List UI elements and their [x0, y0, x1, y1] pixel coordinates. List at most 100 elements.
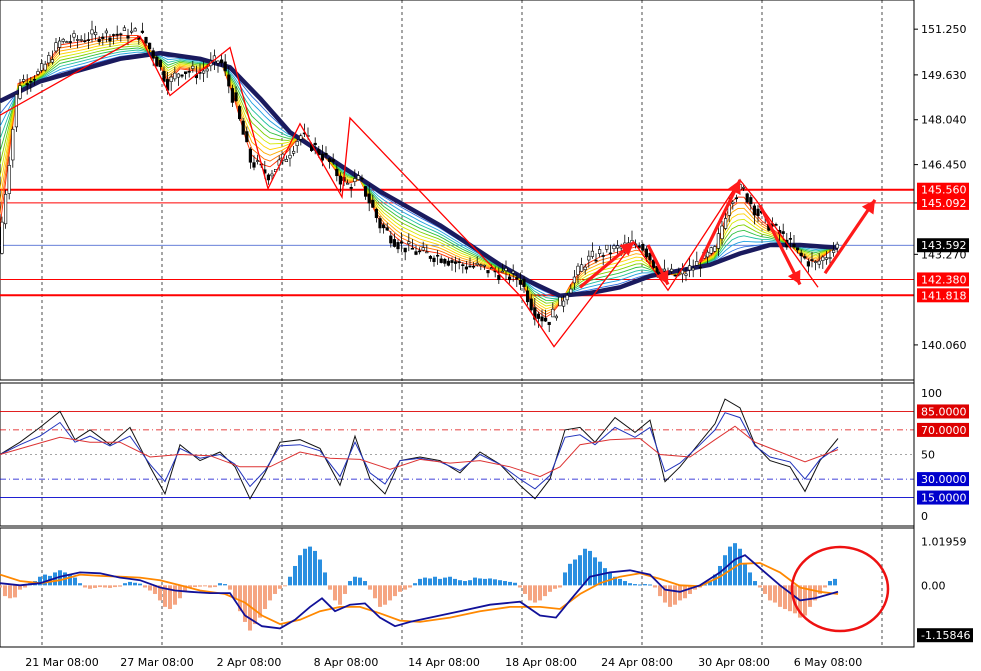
macd-histogram-bar — [343, 585, 347, 594]
macd-histogram-bar — [503, 581, 507, 586]
candle-body — [381, 224, 386, 229]
macd-histogram-bar — [748, 572, 752, 586]
macd-histogram-bar — [253, 585, 257, 625]
macd-histogram-bar — [103, 585, 107, 588]
macd-histogram-bar — [203, 585, 207, 587]
price-level-tag-label: 145.092 — [921, 197, 967, 210]
macd-histogram-bar — [428, 578, 432, 586]
candle-body — [731, 201, 735, 204]
macd-histogram-bar — [418, 578, 422, 586]
macd-histogram-bar — [828, 581, 832, 586]
price-level-tag-label: 142.380 — [921, 273, 967, 286]
macd-histogram-bar — [88, 585, 92, 589]
candle-body — [21, 79, 26, 82]
macd-histogram-bar — [138, 583, 142, 586]
candle-body — [644, 248, 648, 258]
candle-body — [461, 264, 465, 266]
macd-histogram-bar — [443, 577, 447, 586]
candle-body — [389, 235, 393, 244]
candle-body — [234, 92, 238, 102]
macd-histogram-bar — [823, 585, 827, 588]
candle-body — [313, 142, 317, 146]
candle-body — [446, 260, 451, 266]
macd-histogram-bar — [193, 585, 197, 588]
candle-body — [799, 252, 803, 257]
candle-body — [187, 70, 191, 73]
macd-histogram-bar — [288, 576, 292, 586]
y-tick-label: 146.450 — [921, 159, 967, 172]
candle-body — [288, 154, 292, 159]
candle-body — [148, 42, 152, 50]
candle-body — [169, 76, 173, 82]
macd-histogram-bar — [358, 577, 362, 586]
candle-body — [669, 268, 674, 272]
candle-body — [122, 27, 126, 31]
macd-histogram-bar — [228, 585, 232, 590]
x-tick-label: 8 Apr 08:00 — [314, 656, 379, 669]
candle-body — [612, 245, 616, 250]
candle-body — [435, 254, 440, 257]
oscillator-level-tag-label: 70.0000 — [921, 424, 967, 437]
macd-histogram-bar — [758, 585, 762, 588]
candle-body — [795, 247, 800, 251]
candle-body — [803, 256, 807, 259]
candle-body — [130, 30, 134, 33]
macd-histogram-bar — [13, 585, 17, 598]
x-tick-label: 14 Apr 08:00 — [408, 656, 480, 669]
candle-body — [144, 36, 148, 44]
macd-histogram-bar — [338, 585, 342, 605]
macd-histogram-bar — [448, 576, 452, 586]
y-tick-label: 151.250 — [921, 23, 967, 36]
candle-body — [25, 83, 29, 86]
candle-body — [835, 243, 839, 249]
macd-histogram-bar — [458, 580, 462, 586]
candle-body — [428, 255, 433, 259]
macd-histogram-bar — [263, 585, 267, 610]
candle-body — [126, 35, 130, 39]
macd-histogram-bar — [93, 585, 97, 588]
candle-body — [425, 251, 429, 254]
candle-body — [291, 150, 296, 154]
macd-histogram-bar — [653, 585, 657, 588]
macd-histogram-bar — [753, 581, 757, 586]
candle-body — [525, 290, 530, 303]
candle-body — [468, 265, 472, 268]
macd-histogram-bar — [123, 583, 127, 586]
candle-body — [684, 273, 688, 276]
candle-body — [821, 256, 825, 261]
oscillator-level-tag-label: 15.0000 — [921, 492, 967, 505]
macd-histogram-bar — [0, 585, 2, 588]
macd-histogram-bar — [98, 585, 102, 588]
macd-histogram-bar — [643, 584, 647, 586]
candle-body — [0, 221, 4, 254]
x-tick-label: 6 May 08:00 — [794, 656, 862, 669]
macd-histogram-bar — [468, 580, 472, 586]
macd-histogram-bar — [278, 585, 282, 589]
candle-body — [507, 276, 512, 281]
candle-body — [410, 247, 415, 250]
candle-body — [572, 276, 576, 284]
candle-body — [4, 193, 8, 225]
candle-body — [749, 197, 753, 205]
macd-histogram-bar — [113, 585, 117, 588]
macd-histogram-bar — [213, 585, 217, 588]
candle-body — [662, 268, 666, 272]
candle-body — [504, 268, 508, 271]
candle-body — [252, 162, 256, 168]
candle-body — [245, 131, 249, 143]
candle-body — [828, 257, 832, 259]
macd-histogram-bar — [683, 585, 687, 599]
candle-body — [450, 260, 454, 263]
candle-body — [220, 59, 224, 64]
candle-body — [752, 205, 756, 216]
candle-body — [680, 269, 684, 275]
macd-histogram-bar — [128, 581, 132, 586]
x-tick-label: 24 Apr 08:00 — [601, 656, 673, 669]
candle-body — [61, 38, 65, 42]
macd-histogram-bar — [553, 585, 557, 589]
macd-histogram-bar — [493, 579, 497, 586]
candle-body — [68, 41, 72, 43]
candle-body — [284, 159, 289, 162]
macd-histogram-bar — [673, 585, 677, 605]
candle-body — [324, 152, 328, 156]
